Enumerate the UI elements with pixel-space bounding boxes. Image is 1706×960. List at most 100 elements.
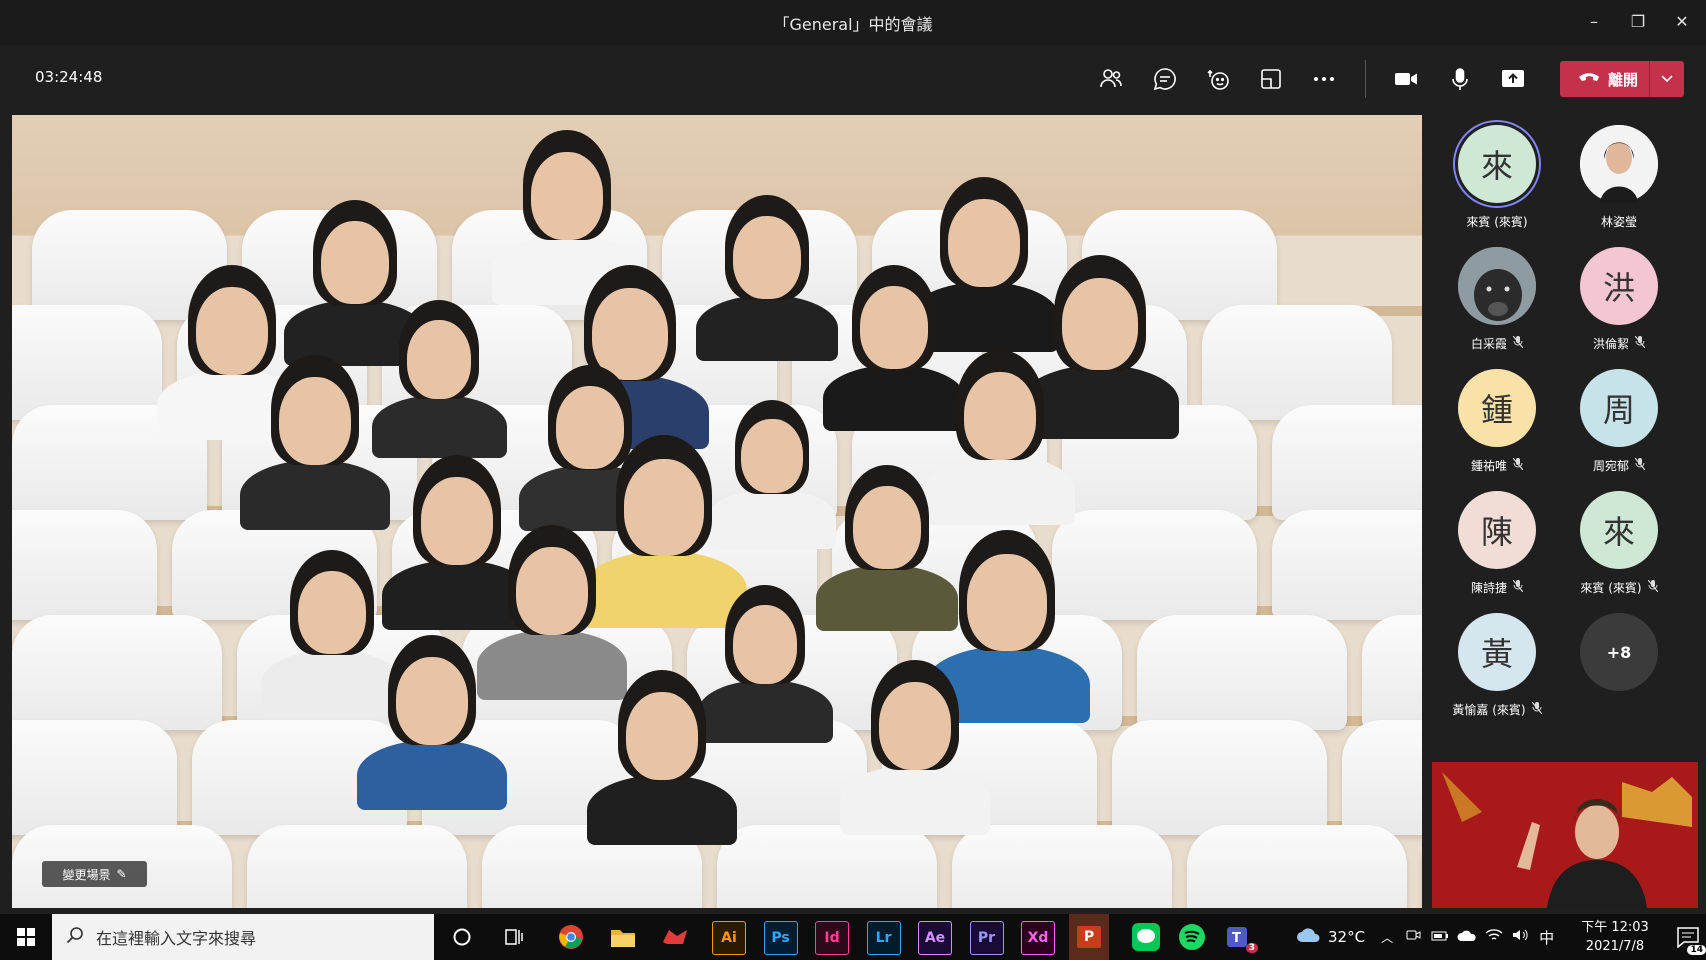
onedrive-icon[interactable] xyxy=(1457,928,1477,946)
speaker-icon[interactable] xyxy=(1511,928,1529,946)
participant-name-text: 來賓 (來賓) xyxy=(1580,581,1642,595)
participant-photo xyxy=(1458,247,1536,325)
taskbar-search-box[interactable]: 在這裡輸入文字來搜尋 xyxy=(52,914,434,960)
xd-icon[interactable]: Xd xyxy=(1021,921,1055,955)
participant-name: 鍾祐唯 xyxy=(1436,457,1558,474)
indesign-icon[interactable]: Id xyxy=(815,921,849,955)
after-effects-icon[interactable]: Ae xyxy=(918,921,952,955)
mic-muted-icon xyxy=(1647,579,1659,595)
spotify-icon[interactable] xyxy=(1176,921,1208,953)
weather-cloud-icon[interactable] xyxy=(1296,926,1322,948)
participant-name: 白采霞 xyxy=(1436,335,1558,352)
leave-label: 離開 xyxy=(1608,70,1639,89)
overflow-participants-tile[interactable]: +8 xyxy=(1558,603,1680,723)
participant-tile[interactable]: 黃黃愉嘉 (來賓) xyxy=(1436,603,1558,723)
participant-avatar: 來 xyxy=(1458,125,1536,203)
system-clock[interactable]: 下午 12:03 2021/7/8 xyxy=(1562,918,1668,956)
toolbar-divider xyxy=(1365,60,1366,98)
ime-indicator[interactable]: 中 xyxy=(1539,927,1554,948)
chevron-down-icon[interactable] xyxy=(1650,75,1684,83)
more-options-icon[interactable] xyxy=(1306,61,1342,97)
camera-icon[interactable] xyxy=(1388,61,1424,97)
meet-now-icon[interactable] xyxy=(1405,927,1421,947)
mic-muted-icon xyxy=(1634,335,1646,351)
person-face xyxy=(624,459,704,556)
microphone-icon[interactable] xyxy=(1442,61,1478,97)
participant-tile[interactable]: 來來賓 (來賓) xyxy=(1558,481,1680,601)
leave-button[interactable]: 離開 xyxy=(1560,61,1684,97)
avatar-initial: 來 xyxy=(1480,147,1513,185)
change-scene-button[interactable]: 變更場景 ✎ xyxy=(42,861,147,887)
windows-taskbar: 在這裡輸入文字來搜尋 T 3 32°C ︿ 中 下午 12:03 2021/7/… xyxy=(0,914,1706,960)
auditorium-seat xyxy=(12,720,177,835)
person-face xyxy=(741,418,803,494)
auditorium-seat xyxy=(1112,720,1327,835)
title-bar: 「General」中的會議 – ❐ ✕ xyxy=(0,0,1706,45)
auditorium-seat xyxy=(1272,510,1422,620)
premiere-icon[interactable]: Pr xyxy=(969,921,1004,955)
notification-center-icon[interactable]: 14 xyxy=(1672,921,1706,955)
battery-icon[interactable] xyxy=(1431,928,1449,946)
wifi-icon[interactable] xyxy=(1485,928,1503,946)
participant-name: 黃愉嘉 (來賓) xyxy=(1436,701,1558,718)
reactions-icon[interactable] xyxy=(1200,61,1236,97)
app-label: Ai xyxy=(721,930,737,946)
participant-name-text: 來賓 (來賓) xyxy=(1466,215,1528,229)
chat-icon[interactable] xyxy=(1147,61,1183,97)
person-face xyxy=(406,319,472,399)
person-face xyxy=(396,657,468,745)
windows-start-button[interactable] xyxy=(0,914,52,960)
chevron-up-icon[interactable]: ︿ xyxy=(1381,929,1393,946)
share-screen-icon[interactable] xyxy=(1495,61,1531,97)
app-label: P xyxy=(1076,926,1102,948)
chrome-icon[interactable] xyxy=(555,921,587,953)
lightroom-icon[interactable]: Lr xyxy=(866,921,901,955)
participant-name: 林姿瑩 xyxy=(1558,213,1680,230)
participant-tile[interactable]: 陳陳詩捷 xyxy=(1436,481,1558,601)
app-label: Pr xyxy=(977,930,996,946)
person-body xyxy=(695,294,839,362)
participant-name: 來賓 (來賓) xyxy=(1558,579,1680,596)
person-face xyxy=(732,215,802,300)
file-explorer-icon[interactable] xyxy=(607,921,639,953)
participant-avatar: 來 xyxy=(1580,491,1658,569)
avatar-initial: 周 xyxy=(1602,391,1635,429)
participant-tile[interactable]: 來來賓 (來賓) xyxy=(1436,115,1558,235)
people-icon[interactable] xyxy=(1093,61,1129,97)
person-face xyxy=(626,692,698,780)
self-view-video[interactable] xyxy=(1432,762,1698,908)
participant-tile[interactable]: 洪洪倫絜 xyxy=(1558,237,1680,357)
participant-name-text: 白采霞 xyxy=(1470,337,1507,351)
participant-name-text: 黃愉嘉 (來賓) xyxy=(1452,703,1526,717)
illustrator-icon[interactable]: Ai xyxy=(712,921,746,955)
participant-name: 陳詩捷 xyxy=(1436,579,1558,596)
search-icon xyxy=(66,926,84,948)
participant-tile[interactable]: 林姿瑩 xyxy=(1558,115,1680,235)
photoshop-icon[interactable]: Ps xyxy=(763,921,798,955)
app-label: Ae xyxy=(924,930,946,946)
teams-badge: 3 xyxy=(1245,943,1258,953)
leave-main[interactable]: 離開 xyxy=(1560,69,1649,90)
game-app-icon[interactable] xyxy=(659,921,691,953)
task-view-icon[interactable] xyxy=(498,921,530,953)
person-face xyxy=(531,152,603,240)
auditorium-seat xyxy=(717,825,937,908)
teams-icon[interactable]: T 3 xyxy=(1222,921,1258,953)
svg-text:T: T xyxy=(1232,931,1241,946)
auditorium-seat xyxy=(952,825,1172,908)
participant-tile[interactable]: 鍾鍾祐唯 xyxy=(1436,359,1558,479)
powerpoint-icon[interactable]: P xyxy=(1069,914,1109,960)
cortana-icon[interactable] xyxy=(446,921,478,953)
line-icon[interactable] xyxy=(1130,921,1162,953)
system-tray: 32°C ︿ 中 xyxy=(1296,914,1554,960)
restore-button[interactable]: ❐ xyxy=(1616,6,1660,38)
participant-video-cutout xyxy=(695,195,839,362)
participant-tile[interactable]: 白采霞 xyxy=(1436,237,1558,357)
weather-temperature[interactable]: 32°C xyxy=(1328,928,1365,946)
auditorium-seat xyxy=(1342,720,1422,835)
participant-avatar: 鍾 xyxy=(1458,369,1536,447)
close-button[interactable]: ✕ xyxy=(1660,6,1704,38)
minimize-button[interactable]: – xyxy=(1572,6,1616,38)
participant-tile[interactable]: 周周宛郁 xyxy=(1558,359,1680,479)
room-icon[interactable] xyxy=(1253,61,1289,97)
